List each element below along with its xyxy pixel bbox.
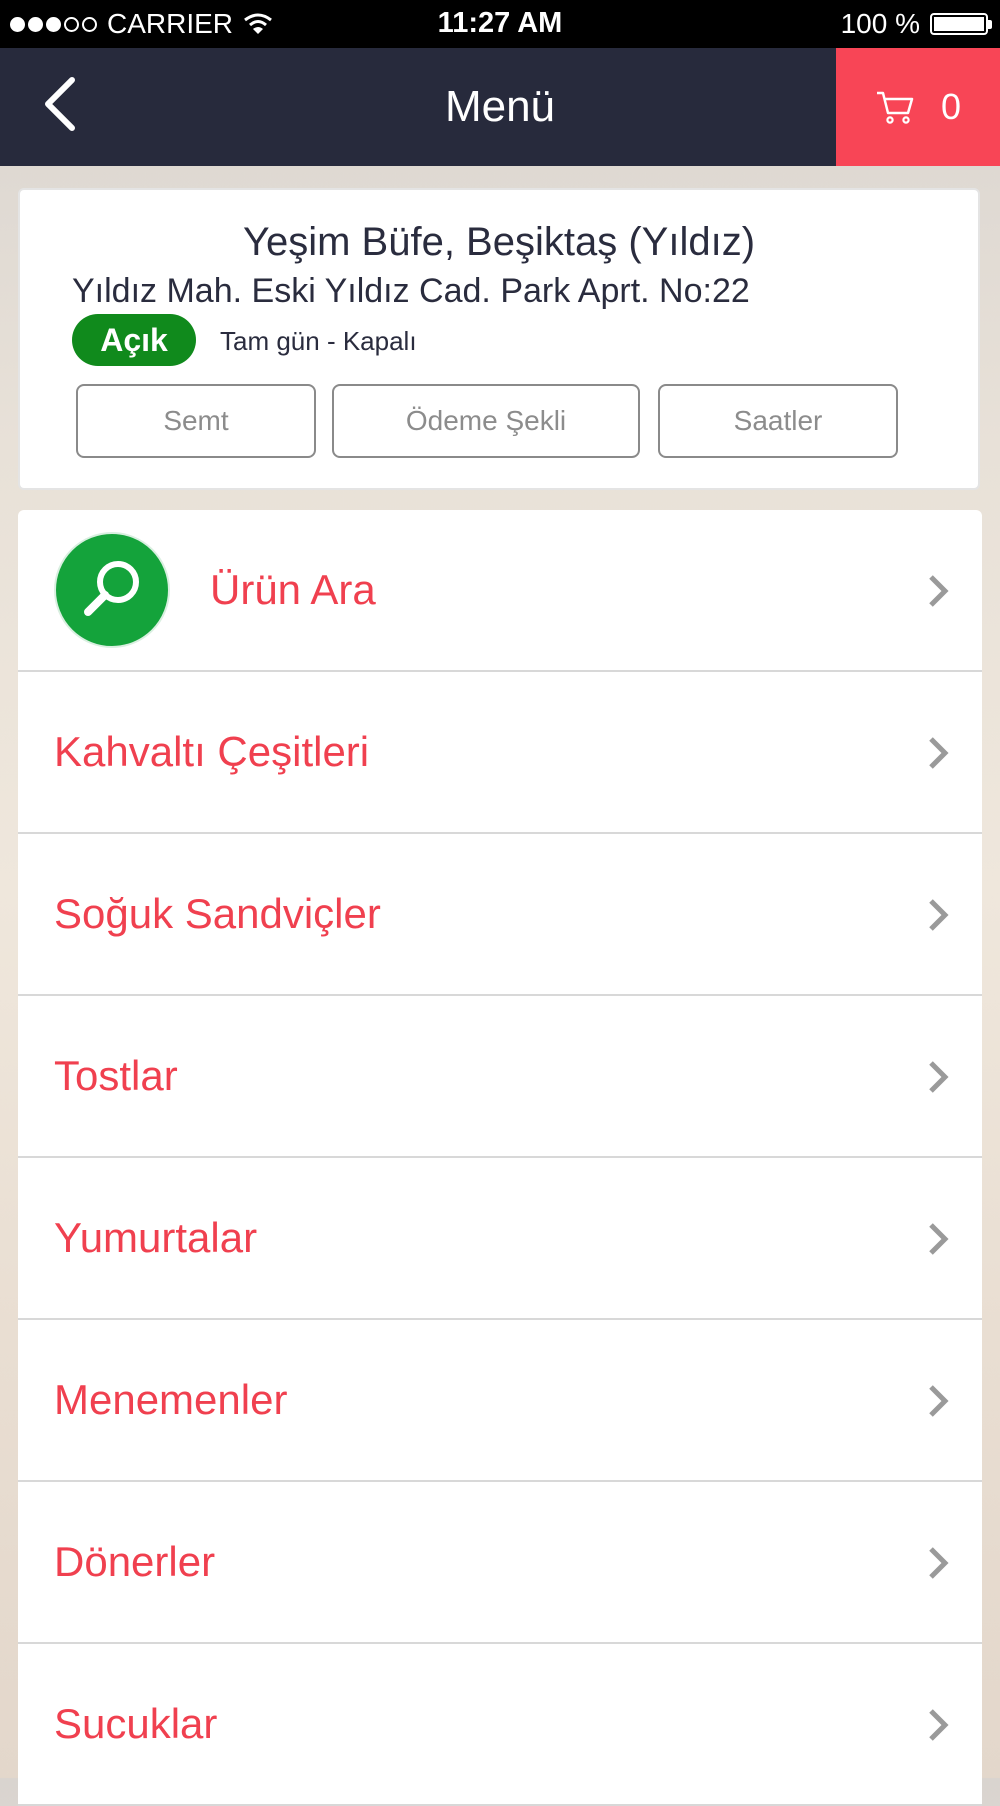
- menu-item-label: Sucuklar: [54, 1700, 218, 1747]
- battery-icon: [930, 13, 992, 35]
- category-item[interactable]: Sucuklar: [18, 1644, 982, 1806]
- menu-item-label: Dönerler: [54, 1538, 216, 1585]
- menu-item-label: Soğuk Sandviçler: [54, 890, 381, 937]
- cart-icon: [876, 91, 914, 124]
- chevron-right-icon: [929, 1223, 949, 1255]
- menu-item-label: Menemenler: [54, 1376, 288, 1423]
- menu-list: Ürün Ara Kahvaltı Çeşitleri Soğuk Sandvi…: [18, 510, 982, 1806]
- category-item[interactable]: Dönerler: [18, 1482, 982, 1644]
- chevron-right-icon: [929, 575, 949, 607]
- restaurant-name: Yeşim Büfe, Beşiktaş (Yıldız): [242, 220, 756, 264]
- category-item[interactable]: Soğuk Sandviçler: [18, 834, 982, 996]
- status-badge: Açık: [72, 314, 196, 366]
- chevron-right-icon: [929, 1709, 949, 1741]
- cart-count: 0: [940, 86, 962, 127]
- cart-button[interactable]: 0: [836, 48, 1000, 166]
- status-bar: CARRIER 11:27 AM 100 %: [0, 0, 1000, 48]
- menu-item-label: Yumurtalar: [54, 1214, 258, 1261]
- product-search-item[interactable]: Ürün Ara: [18, 510, 982, 672]
- menu-item-label: Kahvaltı Çeşitleri: [54, 728, 370, 775]
- hours-text: Tam gün - Kapalı: [220, 326, 417, 356]
- chevron-right-icon: [929, 1547, 949, 1579]
- nav-bar: Menü 0: [0, 48, 1000, 166]
- battery-percent: 100 %: [840, 8, 920, 39]
- menu-item-label: Tostlar: [54, 1052, 178, 1099]
- chevron-right-icon: [929, 1061, 949, 1093]
- category-item[interactable]: Yumurtalar: [18, 1158, 982, 1320]
- menu-item-label: Ürün Ara: [210, 566, 376, 613]
- category-item[interactable]: Menemenler: [18, 1320, 982, 1482]
- category-item[interactable]: Tostlar: [18, 996, 982, 1158]
- status-right: 100 %: [840, 8, 992, 40]
- chevron-right-icon: [929, 737, 949, 769]
- search-icon: [54, 532, 170, 648]
- restaurant-address: Yıldız Mah. Eski Yıldız Cad. Park Aprt. …: [72, 272, 750, 310]
- category-item[interactable]: Kahvaltı Çeşitleri: [18, 672, 982, 834]
- chevron-right-icon: [929, 1385, 949, 1417]
- restaurant-info-card: Yeşim Büfe, Beşiktaş (Yıldız) Yıldız Mah…: [18, 188, 980, 490]
- hours-button[interactable]: Saatler: [658, 384, 898, 458]
- district-button[interactable]: Semt: [76, 384, 316, 458]
- payment-method-button[interactable]: Ödeme Şekli: [332, 384, 640, 458]
- chevron-right-icon: [929, 899, 949, 931]
